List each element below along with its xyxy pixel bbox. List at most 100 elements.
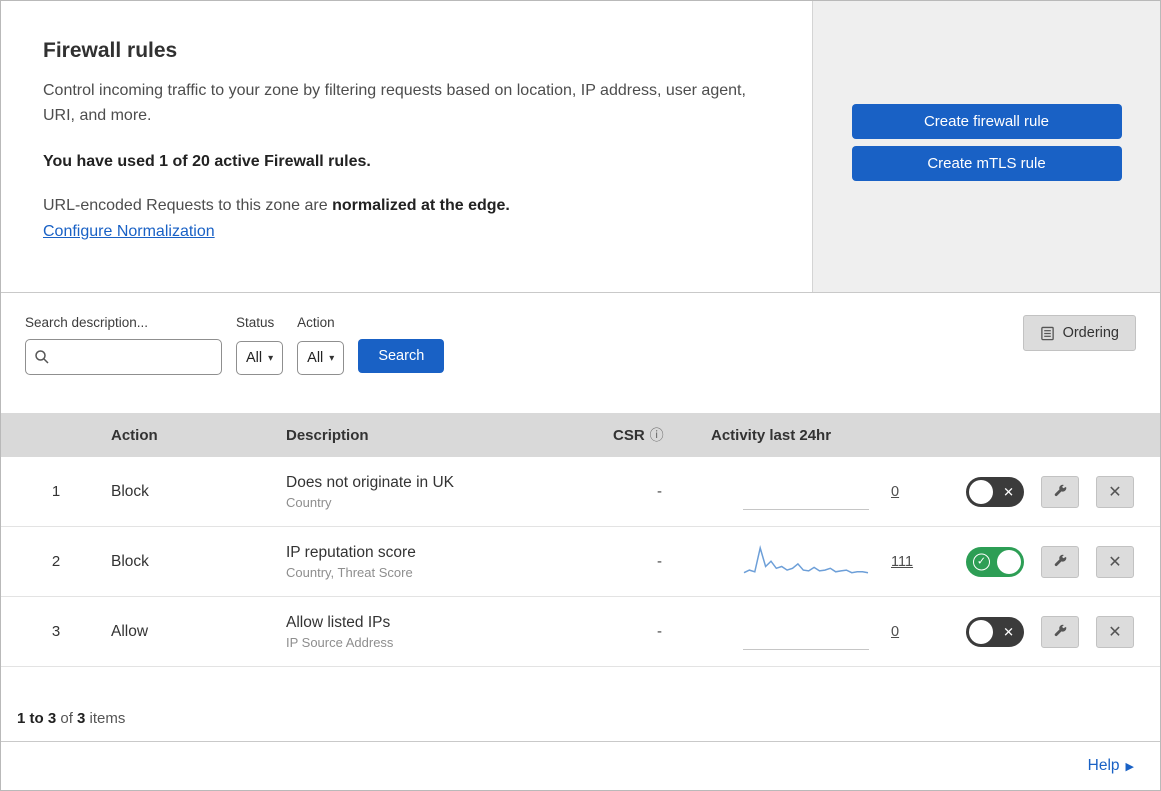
status-label: Status [236, 315, 275, 330]
rule-priority: 1 [51, 483, 61, 500]
configure-normalization-link[interactable]: Configure Normalization [43, 223, 215, 240]
rule-activity-cell: 0 [706, 474, 961, 510]
toggle-state-icon: ✓ [973, 553, 990, 570]
items-range: 1 to 3 [17, 710, 57, 727]
activity-sparkline [743, 484, 869, 510]
rule-csr: - [657, 553, 662, 570]
status-value: All [246, 350, 263, 366]
search-group: Search description... [25, 315, 222, 375]
table-row: 3 Allow Allow listed IPs IP Source Addre… [1, 597, 1160, 667]
edit-rule-button[interactable] [1041, 545, 1079, 578]
rule-controls: ✕ ✕ [961, 475, 1160, 508]
delete-rule-button[interactable]: ✕ [1096, 475, 1134, 508]
create-firewall-rule-button[interactable]: Create firewall rule [851, 104, 1122, 139]
close-icon: ✕ [1108, 623, 1122, 641]
table-header: Action Description CSR ⓘ Activity last 2… [1, 413, 1160, 457]
info-icon[interactable]: ⓘ [650, 425, 664, 445]
search-box [25, 339, 222, 375]
page-description: Control incoming traffic to your zone by… [43, 82, 746, 124]
header-text-card: Firewall rules Control incoming traffic … [1, 1, 813, 292]
rule-priority: 2 [51, 553, 61, 570]
ordering-list-icon [1040, 326, 1054, 340]
header-section: Firewall rules Control incoming traffic … [1, 1, 1160, 293]
activity-count-link[interactable]: 0 [891, 624, 899, 640]
col-activity: Activity last 24hr [711, 426, 832, 444]
table-row: 2 Block IP reputation score Country, Thr… [1, 527, 1160, 597]
edit-rule-button[interactable] [1041, 475, 1079, 508]
col-description: Description [286, 426, 369, 444]
rule-fields: IP Source Address [286, 634, 394, 650]
rule-action: Allow [111, 622, 149, 640]
rule-action: Block [111, 482, 149, 500]
of-text: of [56, 710, 78, 727]
rule-enable-toggle[interactable]: ✓ [966, 546, 1024, 577]
rule-description-cell: Does not originate in UK Country [286, 474, 613, 510]
rule-controls: ✓ ✕ [961, 545, 1160, 578]
chevron-down-icon: ▾ [268, 352, 274, 364]
rule-priority: 3 [51, 623, 61, 640]
create-mtls-rule-button[interactable]: Create mTLS rule [851, 146, 1122, 181]
rule-controls: ✕ ✕ [961, 615, 1160, 648]
normalization-bold: normalized at the edge. [332, 196, 510, 214]
rule-activity-cell: 0 [706, 614, 961, 650]
pagination-summary: 1 to 3 of 3 items [1, 667, 1160, 742]
arrow-right-icon: ▶ [1125, 760, 1134, 773]
delete-rule-button[interactable]: ✕ [1096, 615, 1134, 648]
activity-sparkline [743, 544, 869, 580]
col-csr: CSR ⓘ [613, 425, 706, 445]
action-dropdown[interactable]: All ▾ [297, 341, 345, 375]
close-icon: ✕ [1108, 553, 1122, 571]
rule-description: Does not originate in UK [286, 473, 455, 491]
help-label: Help [1087, 757, 1120, 774]
toggle-knob [969, 479, 993, 504]
activity-count-link[interactable]: 0 [891, 484, 899, 500]
csr-label: CSR [613, 426, 645, 444]
status-filter-group: Status All ▾ [236, 315, 284, 375]
filter-bar: Search description... Status All ▾ Actio… [1, 293, 1160, 413]
rule-description: IP reputation score [286, 543, 416, 561]
col-action: Action [111, 426, 158, 444]
rule-fields: Country, Threat Score [286, 564, 413, 580]
items-text: items [85, 710, 126, 727]
close-icon: ✕ [1108, 483, 1122, 501]
rule-enable-toggle[interactable]: ✕ [966, 476, 1024, 507]
search-input[interactable] [56, 349, 213, 365]
normalization-prefix: URL-encoded Requests to this zone are [43, 196, 333, 214]
rule-csr: - [657, 623, 662, 640]
activity-count-link[interactable]: 111 [891, 554, 913, 570]
delete-rule-button[interactable]: ✕ [1096, 545, 1134, 578]
toggle-state-icon: ✕ [1003, 484, 1014, 499]
usage-summary: You have used 1 of 20 active Firewall ru… [43, 152, 371, 170]
toggle-knob [997, 549, 1021, 574]
rule-description: Allow listed IPs [286, 613, 391, 631]
table-row: 1 Block Does not originate in UK Country… [1, 457, 1160, 527]
actions-panel: Create firewall rule Create mTLS rule [813, 1, 1160, 292]
ordering-button[interactable]: Ordering [1022, 315, 1136, 351]
rule-description-cell: IP reputation score Country, Threat Scor… [286, 544, 613, 580]
wrench-icon [1054, 624, 1066, 637]
wrench-icon [1054, 484, 1066, 497]
page-title: Firewall rules [43, 39, 178, 62]
help-row: Help ▶ [1, 742, 1160, 790]
rule-fields: Country [286, 494, 332, 510]
ordering-label: Ordering [1062, 325, 1119, 341]
search-button[interactable]: Search [358, 339, 445, 373]
rule-enable-toggle[interactable]: ✕ [966, 616, 1024, 647]
activity-sparkline [743, 624, 869, 650]
toggle-state-icon: ✕ [1003, 624, 1014, 639]
normalization-note: URL-encoded Requests to this zone are no… [43, 197, 772, 215]
toggle-knob [969, 619, 993, 644]
help-link[interactable]: Help ▶ [1088, 757, 1134, 775]
rule-activity-cell: 111 [706, 544, 961, 580]
status-dropdown[interactable]: All ▾ [236, 341, 284, 375]
action-label: Action [297, 315, 335, 330]
rule-csr: - [657, 483, 662, 500]
action-filter-group: Action All ▾ [297, 315, 345, 375]
search-label: Search description... [25, 315, 149, 330]
action-value: All [307, 350, 324, 366]
wrench-icon [1054, 554, 1066, 567]
rule-description-cell: Allow listed IPs IP Source Address [286, 614, 613, 650]
rule-action: Block [111, 552, 149, 570]
edit-rule-button[interactable] [1041, 615, 1079, 648]
search-icon [35, 350, 49, 364]
